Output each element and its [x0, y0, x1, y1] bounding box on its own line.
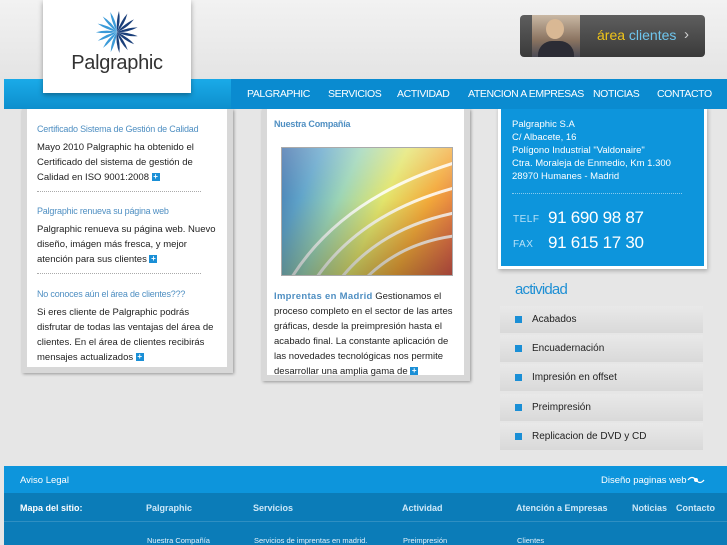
nav-item-atencion-empresas[interactable]: ATENCION A EMPRESAS: [468, 88, 584, 100]
company-column: Nuestra Compañía Imprentas en Madrid Ges…: [262, 109, 470, 381]
sitemap-sublink[interactable]: Preimpresión: [403, 536, 447, 545]
bullet-icon: [515, 404, 522, 411]
client-avatar: [532, 15, 580, 57]
nav-item-actividad[interactable]: ACTIVIDAD: [397, 88, 450, 100]
sitemap-sublink[interactable]: Servicios de imprentas en madrid.: [254, 536, 367, 545]
news-body: Palgraphic renueva su página web. Nuevo …: [37, 222, 217, 267]
sitemap-servicios[interactable]: Servicios: [253, 503, 293, 513]
chevron-right-icon: ›: [684, 26, 689, 43]
company-title[interactable]: Nuestra Compañía: [274, 119, 351, 129]
fax-number: 91 615 17 30: [548, 233, 644, 252]
sitemap-label: Mapa del sitio:: [20, 503, 83, 513]
flower-logo-icon: [95, 11, 138, 53]
sitemap-atencion[interactable]: Atención a Empresas: [516, 503, 608, 513]
client-area-label-part1: área: [597, 27, 626, 43]
nav-item-noticias[interactable]: NOTICIAS: [593, 88, 640, 100]
bullet-icon: [515, 433, 522, 440]
plus-icon[interactable]: +: [151, 173, 160, 182]
diseno-web-link[interactable]: Diseño paginas web: [601, 475, 687, 486]
company-highlight[interactable]: Imprentas en Madrid: [274, 291, 373, 302]
news-body-text: Palgraphic renueva su página web. Nuevo …: [37, 224, 216, 265]
logo-text: Palgraphic: [71, 52, 163, 74]
news-body-text: Mayo 2010 Palgraphic ha obtenido el Cert…: [37, 142, 194, 183]
contact-line: Palgraphic S.A: [512, 119, 575, 130]
news-body: Mayo 2010 Palgraphic ha obtenido el Cert…: [37, 140, 217, 185]
actividad-item-label: Encuadernación: [532, 343, 605, 354]
divider: [37, 273, 201, 274]
contact-line: C/ Albacete, 16: [512, 132, 577, 143]
fax-label: FAX: [513, 239, 534, 250]
client-area-button[interactable]: área clientes ›: [520, 15, 705, 57]
news-title[interactable]: Certificado Sistema de Gestión de Calida…: [37, 124, 199, 134]
company-body-text: Gestionamos el proceso completo en el se…: [274, 291, 453, 377]
news-title[interactable]: Palgraphic renueva su página web: [37, 206, 169, 216]
actividad-item-label: Acabados: [532, 314, 577, 325]
actividad-item-label: Impresión en offset: [532, 372, 617, 383]
actividad-item[interactable]: Acabados: [500, 306, 703, 333]
plus-icon[interactable]: +: [149, 255, 158, 264]
contact-line: Ctra. Moraleja de Enmedio, Km 1.300: [512, 158, 671, 169]
sitemap-sublink[interactable]: Clientes: [517, 536, 544, 545]
telf-label: TELF: [513, 214, 540, 225]
client-area-label: área clientes: [597, 27, 676, 43]
sitemap-contacto[interactable]: Contacto: [676, 503, 715, 513]
nav-item-servicios[interactable]: SERVICIOS: [328, 88, 382, 100]
bullet-icon: [515, 374, 522, 381]
actividad-title: actividad: [515, 281, 568, 298]
plus-icon[interactable]: +: [135, 353, 144, 362]
bullet-icon: [515, 345, 522, 352]
plus-icon[interactable]: +: [410, 367, 419, 376]
designer-logo-icon[interactable]: [687, 474, 705, 486]
client-area-label-part2: clientes: [628, 27, 677, 43]
aviso-legal-link[interactable]: Aviso Legal: [20, 475, 69, 486]
contact-box: Palgraphic S.A C/ Albacete, 16 Polígono …: [501, 109, 704, 266]
news-column: Certificado Sistema de Gestión de Calida…: [22, 109, 233, 373]
actividad-item[interactable]: Encuadernación: [500, 335, 703, 362]
footer-top-bar: Aviso Legal Diseño paginas web: [4, 466, 727, 493]
news-body-text: Si eres cliente de Palgraphic podrás dis…: [37, 307, 214, 363]
divider: [4, 521, 727, 522]
news-body: Si eres cliente de Palgraphic podrás dis…: [37, 305, 217, 365]
sitemap-sublink[interactable]: Nuestra Compañía: [147, 536, 210, 545]
actividad-item[interactable]: Impresión en offset: [500, 364, 703, 391]
photo-shade: [282, 148, 452, 275]
bullet-icon: [515, 316, 522, 323]
sitemap-palgraphic[interactable]: Palgraphic: [146, 503, 192, 513]
actividad-item[interactable]: Replicacion de DVD y CD: [500, 423, 703, 450]
actividad-item-label: Preimpresión: [532, 402, 591, 413]
contact-line: Polígono Industrial "Valdonaire": [512, 145, 645, 156]
contact-line: 28970 Humanes - Madrid: [512, 171, 620, 182]
nav-bar: PALGRAPHIC SERVICIOS ACTIVIDAD ATENCION …: [231, 79, 727, 109]
logo[interactable]: Palgraphic: [43, 0, 191, 93]
divider: [37, 191, 201, 192]
news-title[interactable]: No conoces aún el área de clientes???: [37, 289, 185, 299]
company-photo: [281, 147, 453, 276]
actividad-item-label: Replicacion de DVD y CD: [532, 431, 647, 442]
sitemap-footer: Mapa del sitio: Palgraphic Servicios Act…: [4, 493, 727, 545]
company-body: Imprentas en Madrid Gestionamos el proce…: [274, 289, 462, 379]
telf-number: 91 690 98 87: [548, 208, 644, 227]
news-panel: Certificado Sistema de Gestión de Calida…: [27, 109, 227, 367]
divider: [512, 193, 682, 194]
sitemap-actividad[interactable]: Actividad: [402, 503, 443, 513]
nav-item-palgraphic[interactable]: PALGRAPHIC: [247, 88, 310, 100]
sitemap-noticias[interactable]: Noticias: [632, 503, 667, 513]
company-panel: Nuestra Compañía Imprentas en Madrid Ges…: [267, 109, 464, 377]
nav-item-contacto[interactable]: CONTACTO: [657, 88, 712, 100]
actividad-item[interactable]: Preimpresión: [500, 394, 703, 421]
